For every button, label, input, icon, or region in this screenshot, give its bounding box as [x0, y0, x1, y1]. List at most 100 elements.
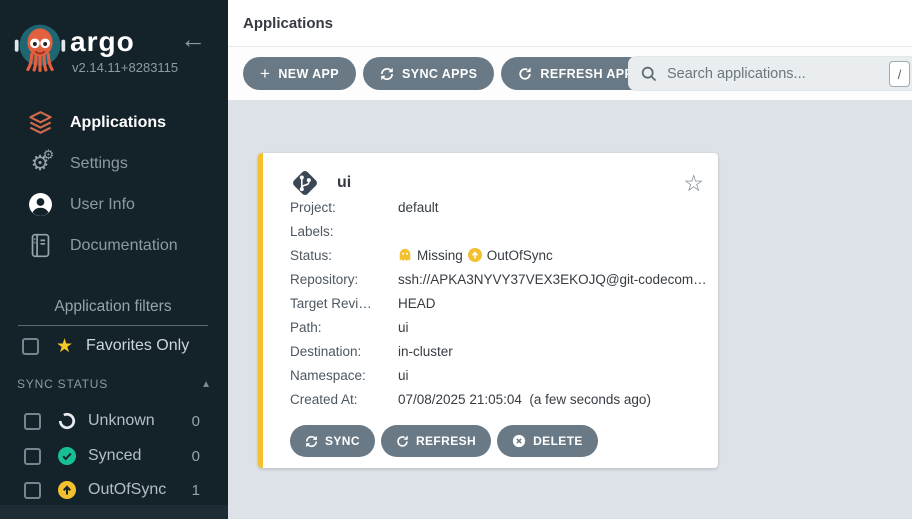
row-repository: Repository: ssh://APKA3NYVY37VEX3EKOJQ@g…: [290, 267, 706, 291]
book-icon: [26, 232, 54, 260]
row-namespace: Namespace: ui: [290, 363, 706, 387]
brand-wordmark: argo: [70, 26, 135, 58]
sync-button[interactable]: SYNC: [290, 425, 375, 457]
search-box[interactable]: /: [628, 56, 912, 91]
sync-apps-button[interactable]: SYNC APPS: [363, 57, 494, 90]
search-icon: [641, 66, 657, 82]
new-app-button-label: NEW APP: [278, 67, 339, 81]
outofsync-arrow-icon: [468, 248, 482, 262]
sync-status-section-header: SYNC STATUS ▲: [17, 377, 211, 391]
filter-label: OutOfSync: [88, 481, 166, 499]
row-label: Repository:: [290, 272, 398, 287]
status-values: Missing OutOfSync: [398, 248, 553, 263]
row-value: ssh://APKA3NYVY37VEX3EKOJQ@git-codecom…: [398, 272, 706, 287]
row-label: Namespace:: [290, 368, 398, 383]
sync-button-label: SYNC: [325, 434, 360, 448]
delete-button-label: DELETE: [533, 434, 583, 448]
row-label: Created At:: [290, 392, 398, 407]
plus-icon: +: [260, 65, 270, 82]
main-area: Applications + NEW APP SYNC APPS: [228, 0, 912, 519]
row-value: ui: [398, 368, 409, 383]
sidebar-item-label: User Info: [70, 196, 135, 214]
card-rows: Project: default Labels: Status:: [290, 195, 706, 411]
filter-count: 1: [192, 482, 210, 499]
slash-shortcut-badge: /: [889, 61, 910, 87]
sidebar-item-documentation[interactable]: Documentation: [0, 225, 228, 266]
sync-icon: [380, 67, 394, 81]
toolbar-buttons: + NEW APP SYNC APPS: [243, 57, 659, 90]
application-card-ui[interactable]: ui ☆ Project: default Labels: Status:: [258, 153, 718, 468]
filter-count: 0: [192, 413, 210, 430]
row-label: Status:: [290, 248, 398, 263]
collapse-section-icon[interactable]: ▲: [201, 379, 211, 390]
refresh-icon: [396, 435, 409, 448]
check-circle-icon: [58, 447, 76, 465]
synced-checkbox[interactable]: [24, 448, 41, 465]
sidebar-bottom-strip: [0, 505, 228, 519]
row-label: Labels:: [290, 224, 398, 239]
filter-count: 0: [192, 448, 210, 465]
content-area: ui ☆ Project: default Labels: Status:: [228, 100, 912, 519]
favorites-only-label: Favorites Only: [86, 337, 189, 355]
app-name: ui: [337, 174, 351, 192]
filter-synced[interactable]: Synced 0: [24, 445, 210, 467]
sidebar-item-user-info[interactable]: User Info: [0, 184, 228, 225]
row-value: ui: [398, 320, 409, 335]
row-project: Project: default: [290, 195, 706, 219]
search-input[interactable]: [667, 66, 857, 82]
logo-row: argo v2.14.11+8283115 ←: [10, 14, 220, 84]
row-path: Path: ui: [290, 315, 706, 339]
card-actions: SYNC REFRESH: [290, 425, 598, 457]
favorites-only-checkbox[interactable]: [22, 338, 39, 355]
refresh-apps-button-label: REFRESH APPS: [540, 67, 642, 81]
collapse-sidebar-icon[interactable]: ←: [180, 24, 206, 55]
sidebar-item-applications[interactable]: Applications: [0, 102, 228, 143]
row-value: default: [398, 200, 439, 215]
refresh-icon: [518, 67, 532, 81]
sync-status-header-label: SYNC STATUS: [17, 377, 108, 391]
delete-button[interactable]: DELETE: [497, 425, 598, 457]
sync-icon: [305, 435, 318, 448]
row-label: Path:: [290, 320, 398, 335]
unknown-checkbox[interactable]: [24, 413, 41, 430]
page-title: Applications: [243, 15, 333, 32]
new-app-button[interactable]: + NEW APP: [243, 57, 356, 90]
row-target-revision: Target Revi… HEAD: [290, 291, 706, 315]
favorite-star-outline-icon[interactable]: ☆: [683, 172, 704, 195]
arrow-up-circle-icon: [58, 481, 76, 499]
sidebar-nav: Applications ⚙⚙ Settings User Info: [0, 102, 228, 266]
sidebar-item-label: Documentation: [70, 237, 178, 255]
row-status: Status: Missing: [290, 243, 706, 267]
row-destination: Destination: in-cluster: [290, 339, 706, 363]
layers-icon: [26, 109, 54, 137]
health-status-text: Missing: [417, 248, 463, 263]
outofsync-checkbox[interactable]: [24, 482, 41, 499]
star-icon: ★: [56, 337, 73, 356]
refresh-button-label: REFRESH: [416, 434, 476, 448]
filter-label: Synced: [88, 447, 141, 465]
refresh-button[interactable]: REFRESH: [381, 425, 491, 457]
sidebar: argo v2.14.11+8283115 ← Applications ⚙⚙ …: [0, 0, 228, 519]
row-created-at: Created At: 07/08/2025 21:05:04 (a few s…: [290, 387, 706, 411]
gears-icon: ⚙⚙: [26, 150, 54, 178]
page-header: Applications: [228, 0, 912, 47]
argo-octopus-logo-icon: [12, 16, 68, 80]
filter-outofsync[interactable]: OutOfSync 1: [24, 479, 210, 501]
delete-circle-icon: [512, 434, 526, 448]
user-circle-icon: [26, 191, 54, 219]
ghost-missing-icon: [398, 248, 412, 262]
toolbar: + NEW APP SYNC APPS: [228, 47, 912, 100]
application-filters-title: Application filters: [18, 298, 208, 326]
sidebar-item-label: Applications: [70, 114, 166, 132]
filter-unknown[interactable]: Unknown 0: [24, 410, 210, 432]
filter-label: Unknown: [88, 412, 155, 430]
row-value: HEAD: [398, 296, 436, 311]
row-label: Project:: [290, 200, 398, 215]
row-label: Target Revi…: [290, 296, 398, 311]
favorites-only-filter[interactable]: ★ Favorites Only: [22, 335, 189, 357]
row-label: Destination:: [290, 344, 398, 359]
sidebar-item-settings[interactable]: ⚙⚙ Settings: [0, 143, 228, 184]
sidebar-item-label: Settings: [70, 155, 128, 173]
row-labels: Labels:: [290, 219, 706, 243]
sync-apps-button-label: SYNC APPS: [402, 67, 477, 81]
